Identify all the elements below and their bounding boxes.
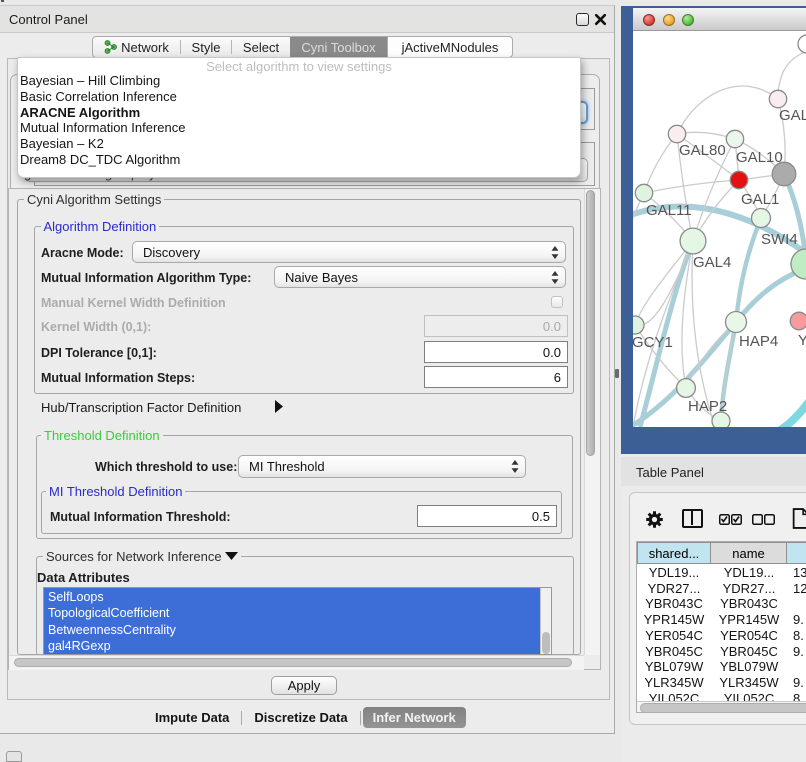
- svg-text:GCY1: GCY1: [633, 334, 673, 351]
- svg-text:GAL80: GAL80: [679, 142, 726, 159]
- svg-text:GAL11: GAL11: [646, 202, 692, 219]
- svg-text:GAL4: GAL4: [693, 254, 731, 271]
- svg-text:GAL10: GAL10: [736, 149, 783, 166]
- svg-text:GAL8: GAL8: [779, 107, 806, 124]
- svg-text:HAP4: HAP4: [739, 333, 778, 350]
- svg-text:Y: Y: [798, 332, 806, 349]
- svg-text:SWI4: SWI4: [761, 231, 798, 248]
- svg-text:GAL1: GAL1: [741, 191, 779, 208]
- svg-text:HAP2: HAP2: [688, 398, 727, 415]
